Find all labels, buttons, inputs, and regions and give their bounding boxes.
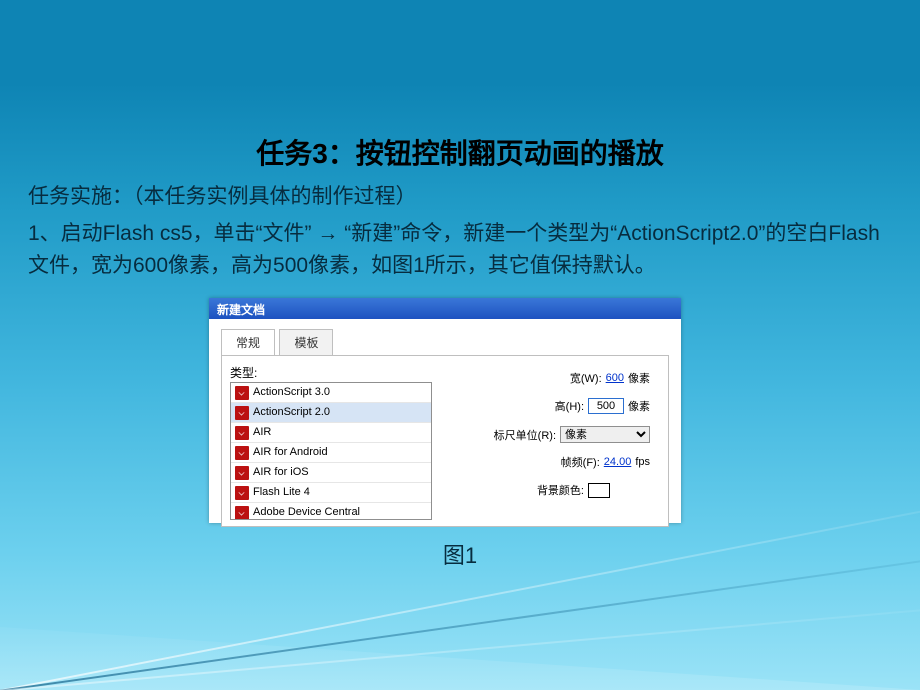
flash-file-icon <box>235 426 249 440</box>
slide-title: 任务3：按钮控制翻页动画的播放 <box>0 132 920 172</box>
fps-row: 帧频(F): 24.00 fps <box>528 454 650 470</box>
arrow-icon: → <box>317 222 338 245</box>
tab-template[interactable]: 模板 <box>279 329 333 355</box>
list-item[interactable]: AIR for iOS <box>231 463 431 483</box>
flash-file-icon <box>235 406 249 420</box>
body-p1a: 1、启动Flash cs5，单击“文件” <box>28 222 312 245</box>
width-value[interactable]: 600 <box>606 372 624 384</box>
ruler-row: 标尺单位(R): 像素 <box>484 426 650 443</box>
flash-file-icon <box>235 506 249 520</box>
list-item-label: ActionScript 3.0 <box>253 383 330 402</box>
figure-caption: 图1 <box>0 538 920 570</box>
list-item[interactable]: AIR <box>231 423 431 443</box>
bg-row: 背景颜色: <box>512 482 610 498</box>
flash-file-icon <box>235 466 249 480</box>
height-unit: 像素 <box>628 398 650 414</box>
width-unit: 像素 <box>628 370 650 386</box>
flash-file-icon <box>235 486 249 500</box>
list-item-label: AIR for Android <box>253 443 328 462</box>
ruler-select[interactable]: 像素 <box>560 426 650 443</box>
fps-label: 帧频(F): <box>528 454 600 470</box>
type-label: 类型: <box>230 364 257 381</box>
tab-general[interactable]: 常规 <box>221 329 275 355</box>
type-list[interactable]: ActionScript 3.0 ActionScript 2.0 AIR AI… <box>230 382 432 520</box>
tab-row: 常规 模板 <box>209 319 681 355</box>
list-item-label: AIR for iOS <box>253 463 309 482</box>
new-document-dialog: 新建文档 常规 模板 类型: ActionScript 3.0 ActionSc… <box>209 298 681 523</box>
dialog-titlebar: 新建文档 <box>209 298 681 319</box>
fps-unit: fps <box>635 456 650 468</box>
list-item-label: ActionScript 2.0 <box>253 403 330 422</box>
bg-swatch[interactable] <box>588 483 610 498</box>
list-item[interactable]: Adobe Device Central <box>231 503 431 520</box>
list-item-label: AIR <box>253 423 271 442</box>
list-item[interactable]: ActionScript 2.0 <box>231 403 431 423</box>
width-label: 宽(W): <box>530 370 602 386</box>
list-item-label: Adobe Device Central <box>253 503 360 520</box>
list-item[interactable]: ActionScript 3.0 <box>231 383 431 403</box>
subtitle: 任务实施：（本任务实例具体的制作过程） <box>28 180 417 210</box>
body-text: 1、启动Flash cs5，单击“文件” → “新建”命令，新建一个类型为“Ac… <box>28 218 898 282</box>
dialog-panel: 类型: ActionScript 3.0 ActionScript 2.0 AI… <box>221 355 669 527</box>
height-label: 高(H): <box>512 398 584 414</box>
bg-label: 背景颜色: <box>512 482 584 498</box>
ruler-label: 标尺单位(R): <box>484 427 556 443</box>
list-item[interactable]: Flash Lite 4 <box>231 483 431 503</box>
flash-file-icon <box>235 386 249 400</box>
height-input[interactable] <box>588 398 624 414</box>
flash-file-icon <box>235 446 249 460</box>
height-row: 高(H): 像素 <box>512 398 650 414</box>
slide-root: 任务3：按钮控制翻页动画的播放 任务实施：（本任务实例具体的制作过程） 1、启动… <box>0 0 920 690</box>
list-item-label: Flash Lite 4 <box>253 483 310 502</box>
width-row: 宽(W): 600 像素 <box>530 370 650 386</box>
fps-value[interactable]: 24.00 <box>604 456 632 468</box>
list-item[interactable]: AIR for Android <box>231 443 431 463</box>
